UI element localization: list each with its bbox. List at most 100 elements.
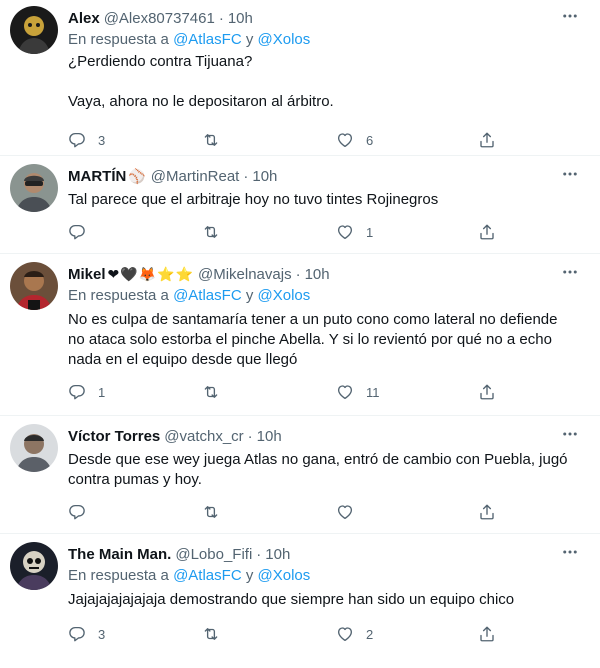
like-button[interactable]: 2	[336, 618, 373, 650]
tweet-actions: 1	[68, 216, 584, 248]
avatar[interactable]	[10, 424, 58, 472]
share-icon	[478, 383, 496, 401]
more-icon[interactable]	[558, 164, 582, 184]
share-icon	[478, 223, 496, 241]
share-button[interactable]	[478, 376, 496, 408]
reply-button[interactable]: 3	[68, 618, 105, 650]
more-icon[interactable]	[558, 262, 582, 282]
display-name[interactable]: Mikel	[68, 266, 106, 283]
tweet-text: No es culpa de santamaría tener a un put…	[68, 311, 558, 368]
tweet[interactable]: MARTÍN ⚾ @MartinReat · 10h Tal parece qu…	[0, 156, 600, 254]
like-button[interactable]: 1	[336, 216, 373, 248]
retweet-icon	[202, 625, 220, 643]
timestamp[interactable]: 10h	[257, 428, 282, 445]
reply-icon	[68, 503, 86, 521]
name-emoji: ⚾	[128, 167, 147, 184]
like-icon	[336, 503, 354, 521]
timestamp[interactable]: 10h	[265, 546, 290, 563]
tweet-actions: 3 6	[68, 124, 584, 156]
reply-button[interactable]	[68, 496, 98, 528]
tweet-actions	[68, 496, 584, 528]
retweet-button[interactable]	[202, 124, 232, 156]
like-icon	[336, 625, 354, 643]
reply-button[interactable]: 3	[68, 124, 105, 156]
tweet-text: Desde que ese wey juega Atlas no gana, e…	[68, 451, 568, 488]
avatar[interactable]	[10, 262, 58, 310]
reply-context: En respuesta a @AtlasFC y @Xolos	[68, 287, 311, 304]
reply-count: 3	[98, 132, 106, 148]
like-icon	[336, 131, 354, 149]
user-handle[interactable]: @vatchx_cr	[164, 428, 243, 445]
like-count: 2	[366, 626, 374, 642]
tweet-text: Tal parece que el arbitraje hoy no tuvo …	[68, 191, 439, 208]
retweet-icon	[202, 223, 220, 241]
reply-icon	[68, 383, 86, 401]
tweet-actions: 3 2	[68, 618, 584, 650]
like-count: 6	[366, 132, 374, 148]
more-icon[interactable]	[558, 424, 582, 444]
reply-icon	[68, 131, 86, 149]
user-handle[interactable]: @Mikelnavajs	[198, 266, 292, 283]
share-button[interactable]	[478, 618, 496, 650]
avatar[interactable]	[10, 6, 58, 54]
like-count: 1	[366, 224, 374, 240]
mention-link[interactable]: @Xolos	[258, 287, 311, 304]
reply-context: En respuesta a @AtlasFC y @Xolos	[68, 567, 311, 584]
mention-link[interactable]: @AtlasFC	[173, 567, 242, 584]
tweet-actions: 1 11	[68, 376, 584, 408]
like-button[interactable]: 11	[336, 376, 380, 408]
more-icon[interactable]	[558, 542, 582, 562]
share-icon	[478, 503, 496, 521]
retweet-icon	[202, 503, 220, 521]
retweet-button[interactable]	[202, 496, 232, 528]
tweet[interactable]: Mikel ❤🖤🦊⭐⭐ @Mikelnavajs · 10h En respue…	[0, 254, 600, 416]
retweet-button[interactable]	[202, 376, 232, 408]
tweet-text: ¿Perdiendo contra Tijuana? Vaya, ahora n…	[68, 53, 334, 110]
share-button[interactable]	[478, 496, 496, 528]
reply-icon	[68, 223, 86, 241]
tweet[interactable]: Alex @Alex80737461 · 10h En respuesta a …	[0, 0, 600, 156]
timestamp[interactable]: 10h	[252, 168, 277, 185]
user-handle[interactable]: @Alex80737461	[104, 10, 215, 27]
mention-link[interactable]: @AtlasFC	[173, 287, 242, 304]
retweet-icon	[202, 131, 220, 149]
user-handle[interactable]: @Lobo_Fifi	[175, 546, 252, 563]
avatar[interactable]	[10, 164, 58, 212]
display-name[interactable]: Alex	[68, 10, 100, 27]
share-icon	[478, 131, 496, 149]
user-handle[interactable]: @MartinReat	[151, 168, 240, 185]
retweet-icon	[202, 383, 220, 401]
tweet[interactable]: Víctor Torres @vatchx_cr · 10h Desde que…	[0, 416, 600, 534]
display-name[interactable]: Víctor Torres	[68, 428, 160, 445]
tweet[interactable]: The Main Man. @Lobo_Fifi · 10h En respue…	[0, 534, 600, 668]
share-button[interactable]	[478, 216, 496, 248]
like-count: 11	[366, 384, 380, 400]
reply-button[interactable]: 1	[68, 376, 105, 408]
retweet-button[interactable]	[202, 216, 232, 248]
display-name[interactable]: MARTÍN	[68, 168, 126, 185]
tweet-text: Jajajajajajajaja demostrando que siempre…	[68, 591, 515, 608]
more-icon[interactable]	[558, 6, 582, 26]
like-icon	[336, 383, 354, 401]
avatar[interactable]	[10, 542, 58, 590]
tweet-header: Víctor Torres @vatchx_cr · 10h	[68, 427, 282, 445]
reply-button[interactable]	[68, 216, 98, 248]
reply-icon	[68, 625, 86, 643]
tweet-header: MARTÍN ⚾ @MartinReat · 10h	[68, 167, 278, 185]
tweet-header: Mikel ❤🖤🦊⭐⭐ @Mikelnavajs · 10h	[68, 265, 330, 283]
like-button[interactable]	[336, 496, 366, 528]
timestamp[interactable]: 10h	[228, 10, 253, 27]
mention-link[interactable]: @Xolos	[258, 31, 311, 48]
tweet-header: Alex @Alex80737461 · 10h	[68, 9, 253, 27]
mention-link[interactable]: @AtlasFC	[173, 31, 242, 48]
reply-count: 3	[98, 626, 106, 642]
share-icon	[478, 625, 496, 643]
timestamp[interactable]: 10h	[305, 266, 330, 283]
reply-count: 1	[98, 384, 106, 400]
like-button[interactable]: 6	[336, 124, 373, 156]
mention-link[interactable]: @Xolos	[258, 567, 311, 584]
retweet-button[interactable]	[202, 618, 232, 650]
display-name[interactable]: The Main Man.	[68, 546, 171, 563]
share-button[interactable]	[478, 124, 496, 156]
name-emoji: ❤🖤🦊⭐⭐	[107, 265, 194, 282]
